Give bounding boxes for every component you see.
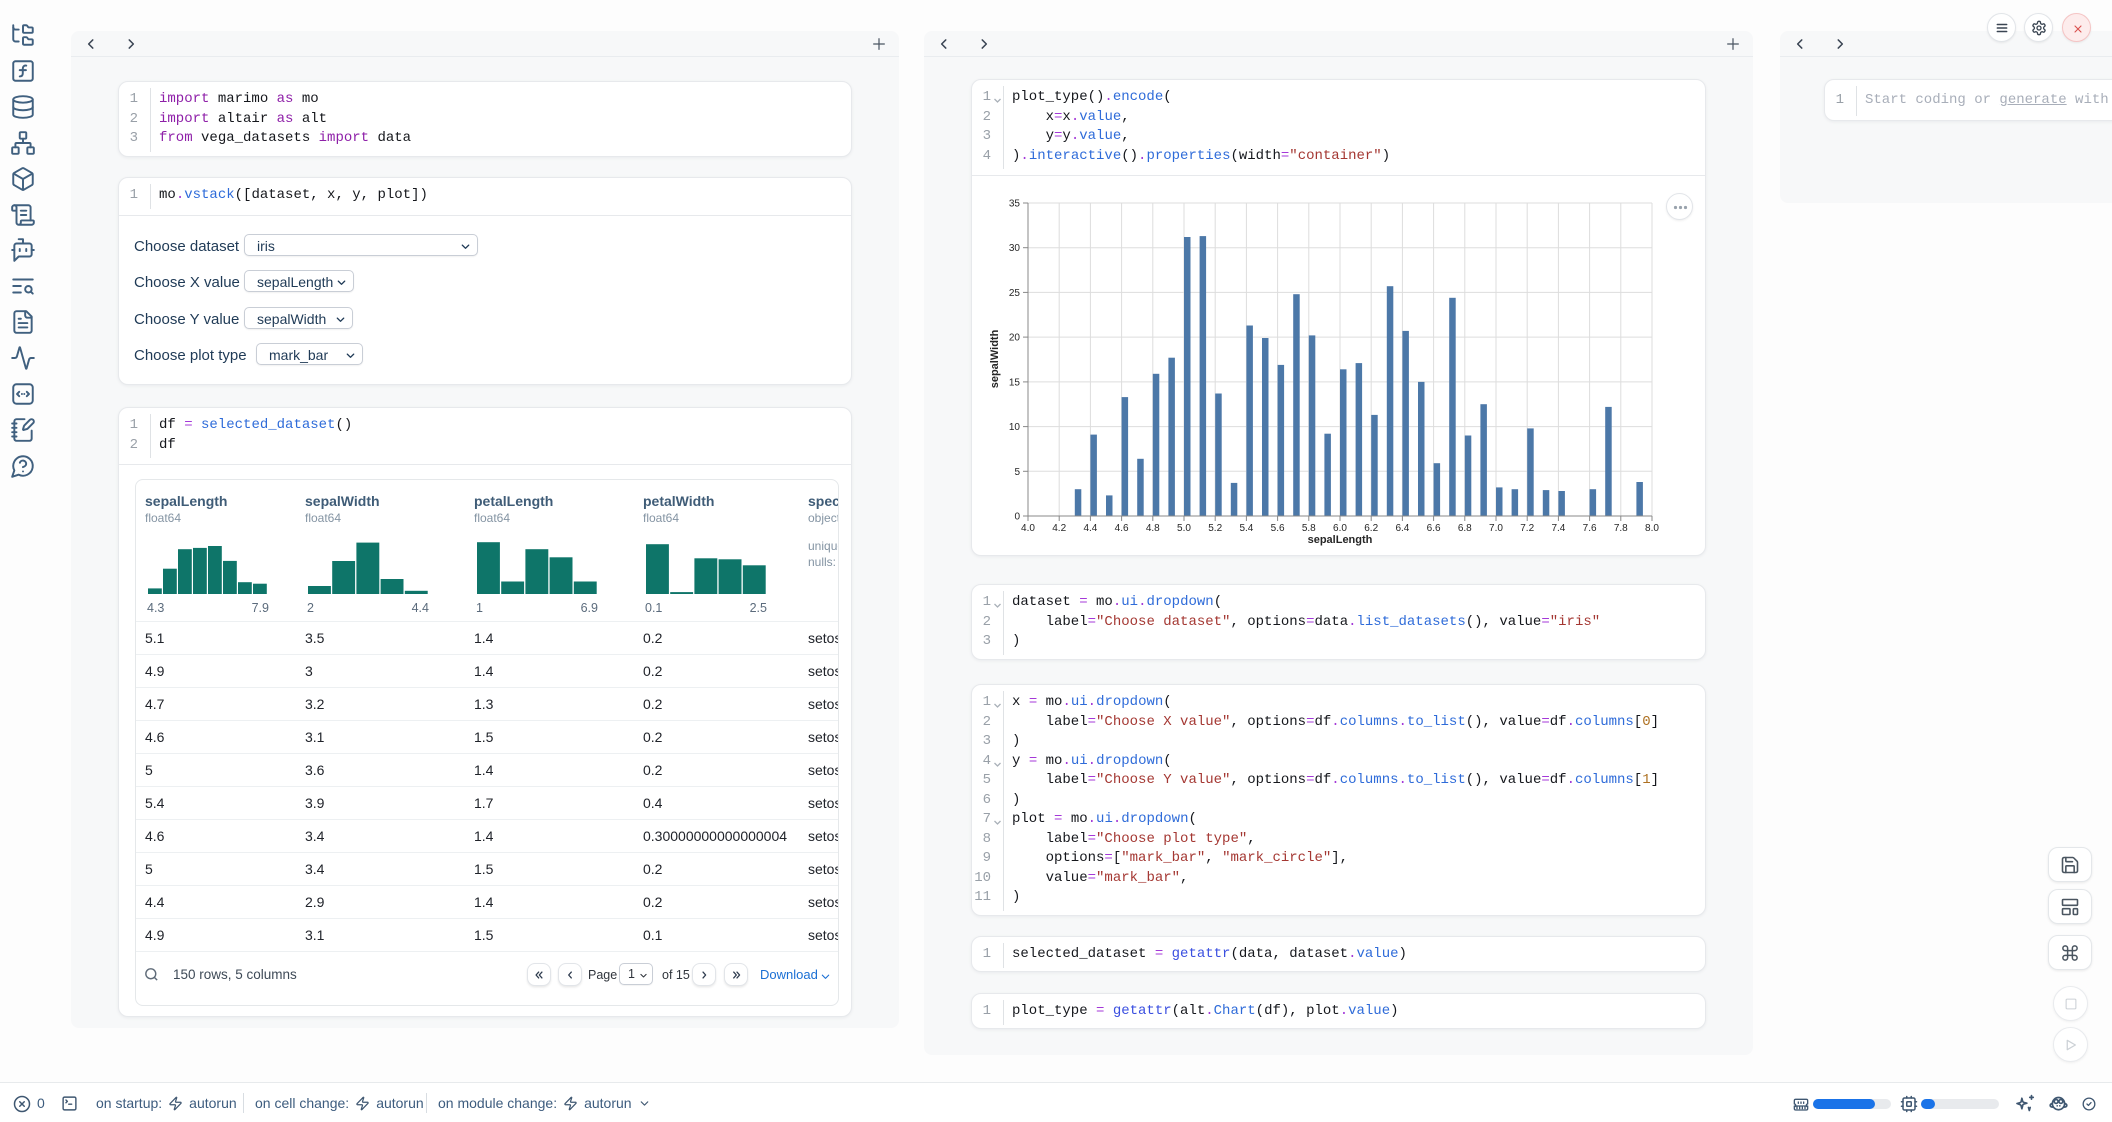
svg-text:5.6: 5.6 [1271, 523, 1285, 534]
svg-text:10: 10 [1009, 422, 1021, 433]
svg-text:6.0: 6.0 [1333, 523, 1347, 534]
svg-text:5.4: 5.4 [1239, 523, 1253, 534]
svg-text:20: 20 [1009, 333, 1021, 344]
svg-text:5.0: 5.0 [1177, 523, 1191, 534]
svg-text:7.2: 7.2 [1520, 523, 1534, 534]
svg-text:30: 30 [1009, 243, 1021, 254]
svg-text:35: 35 [1009, 199, 1021, 210]
svg-text:sepalWidth: sepalWidth [989, 329, 1001, 388]
svg-text:0: 0 [1014, 512, 1020, 523]
svg-text:4.2: 4.2 [1052, 523, 1066, 534]
svg-text:4.8: 4.8 [1146, 523, 1160, 534]
svg-text:4.6: 4.6 [1115, 523, 1129, 534]
svg-text:6.8: 6.8 [1458, 523, 1472, 534]
svg-text:5: 5 [1014, 467, 1020, 478]
svg-text:8.0: 8.0 [1645, 523, 1659, 534]
svg-text:6.2: 6.2 [1364, 523, 1378, 534]
svg-text:4.4: 4.4 [1083, 523, 1097, 534]
svg-text:25: 25 [1009, 288, 1021, 299]
svg-text:5.8: 5.8 [1302, 523, 1316, 534]
svg-text:7.4: 7.4 [1551, 523, 1565, 534]
svg-text:7.8: 7.8 [1614, 523, 1628, 534]
svg-text:6.6: 6.6 [1427, 523, 1441, 534]
svg-text:7.6: 7.6 [1583, 523, 1597, 534]
svg-text:4.0: 4.0 [1021, 523, 1035, 534]
svg-text:7.0: 7.0 [1489, 523, 1503, 534]
svg-text:6.4: 6.4 [1395, 523, 1409, 534]
svg-text:15: 15 [1009, 377, 1021, 388]
svg-text:5.2: 5.2 [1208, 523, 1222, 534]
svg-text:sepalLength: sepalLength [1308, 534, 1373, 546]
